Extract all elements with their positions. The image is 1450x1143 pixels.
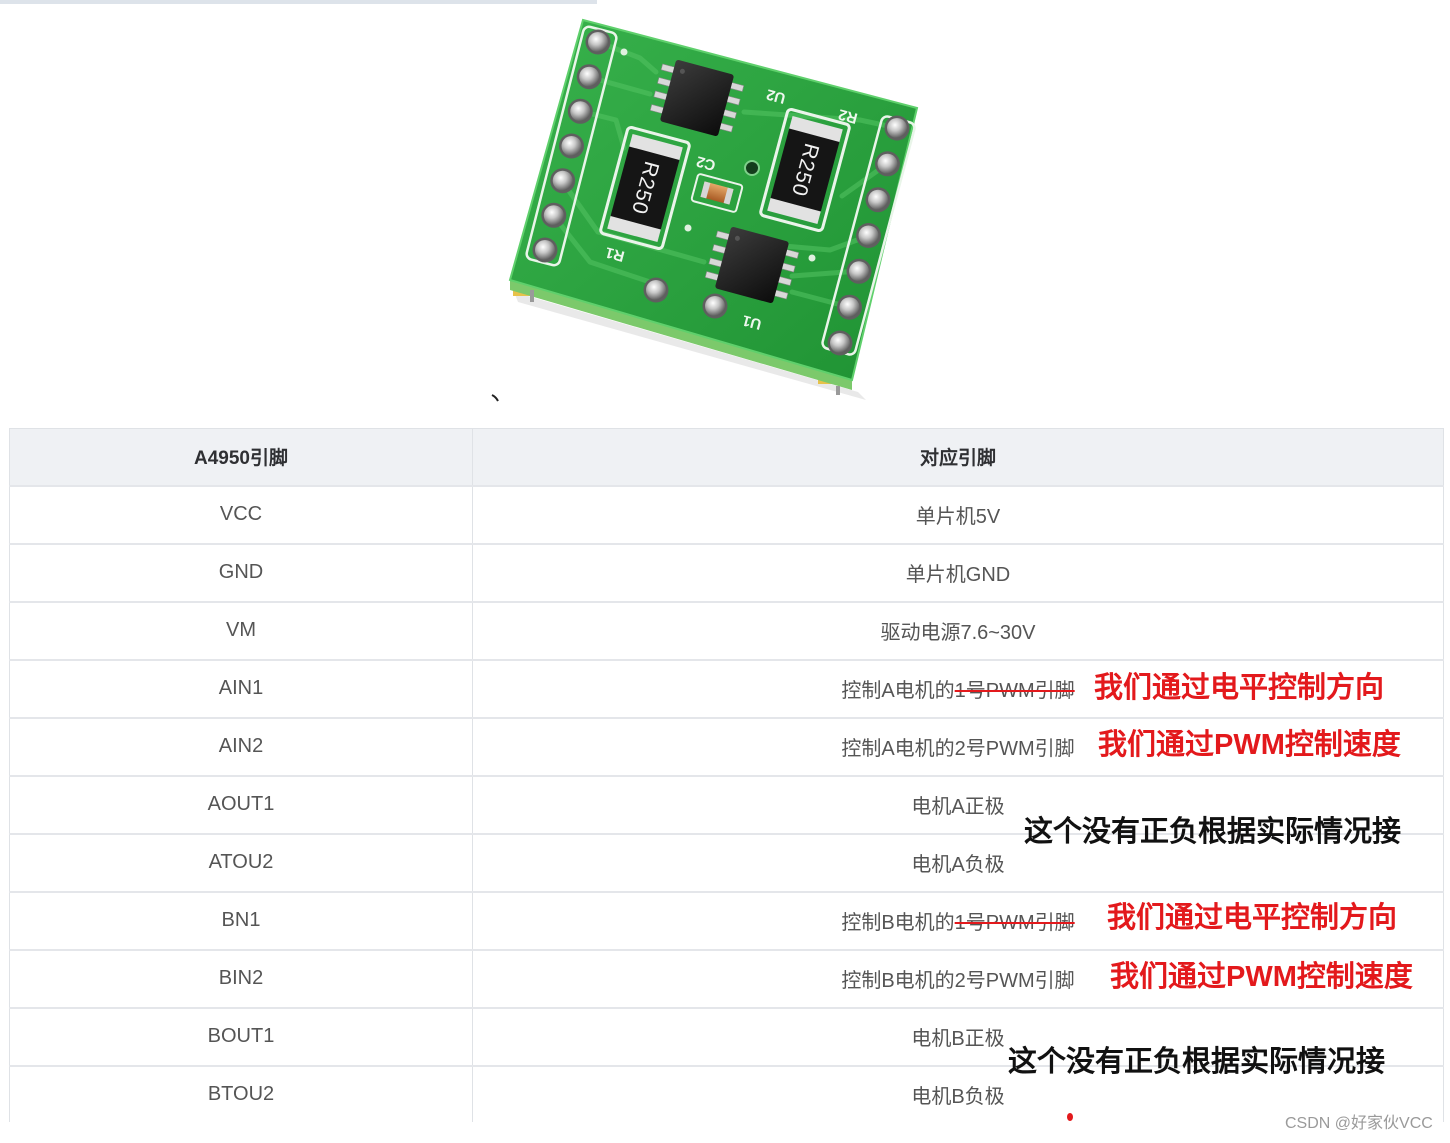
pin-name-cell: BN1 bbox=[9, 890, 473, 950]
header-pin bbox=[567, 98, 593, 124]
header-pin bbox=[856, 223, 881, 248]
header-pin bbox=[541, 202, 567, 228]
header-pin bbox=[884, 115, 910, 141]
pin-name-cell: BOUT1 bbox=[9, 1006, 473, 1066]
annotation-bn1-direction: 我们通过电平控制方向 bbox=[1107, 902, 1398, 934]
pin-name-cell: BIN2 bbox=[9, 948, 473, 1008]
pin-name-cell: AOUT1 bbox=[9, 774, 473, 834]
annotation-ain2-speed: 我们通过PWM控制速度 bbox=[1098, 729, 1401, 761]
pin-name-cell: AIN1 bbox=[9, 658, 473, 718]
header-pin bbox=[702, 293, 728, 319]
table-row: VCC 单片机5V bbox=[9, 484, 1444, 544]
csdn-watermark: CSDN @好家伙VCC bbox=[1285, 1115, 1433, 1132]
stray-mark bbox=[491, 394, 499, 402]
header-pin bbox=[865, 187, 891, 213]
red-ink-dot bbox=[1067, 1113, 1073, 1121]
pin-name-cell: VM bbox=[9, 600, 473, 660]
pin-mapping-cell: 驱动电源7.6~30V bbox=[472, 600, 1444, 660]
annotation-ain1-direction: 我们通过电平控制方向 bbox=[1094, 672, 1385, 704]
header-pin bbox=[550, 168, 576, 194]
table-header-row: A4950引脚 对应引脚 bbox=[9, 428, 1444, 486]
header-pin bbox=[827, 330, 853, 356]
pin-mapping-cell: 单片机GND bbox=[472, 542, 1444, 602]
header-pin bbox=[559, 133, 584, 159]
pin-mapping-cell: 单片机5V bbox=[472, 484, 1444, 544]
header-pin bbox=[875, 151, 900, 177]
annotation-motor-b-polarity: 这个没有正负根据实际情况接 bbox=[1008, 1046, 1386, 1078]
via bbox=[808, 254, 816, 262]
header-pin bbox=[585, 29, 611, 55]
via bbox=[620, 48, 628, 56]
struck-mapping-text: 1号PWM引脚 bbox=[954, 680, 1075, 702]
a4950-module-photo: R250 R250 U2 R2 C2 R1 U1 bbox=[491, 18, 919, 402]
header-pin bbox=[837, 294, 862, 320]
header-pin bbox=[643, 277, 669, 303]
via bbox=[684, 224, 692, 232]
pin-name-cell: AIN2 bbox=[9, 716, 473, 776]
annotation-motor-a-polarity: 这个没有正负根据实际情况接 bbox=[1024, 816, 1402, 848]
header-mapped-pin: 对应引脚 bbox=[472, 428, 1444, 486]
pin-name-cell: BTOU2 bbox=[9, 1064, 473, 1122]
annotation-bin2-speed: 我们通过PWM控制速度 bbox=[1110, 961, 1413, 993]
board-hole bbox=[744, 160, 760, 176]
pin-leg bbox=[530, 290, 534, 302]
pin-name-cell: ATOU2 bbox=[9, 832, 473, 892]
pin-name-cell: GND bbox=[9, 542, 473, 602]
pin-leg bbox=[836, 386, 840, 395]
pin-mapping-table: A4950引脚 对应引脚 VCC 单片机5V GND 单片机GND VM 驱动电… bbox=[9, 428, 1444, 1122]
mapping-text: 控制A电机的 bbox=[841, 680, 955, 702]
table-row: GND 单片机GND bbox=[9, 542, 1444, 602]
mapping-text: 控制B电机的 bbox=[841, 912, 955, 934]
header-pin bbox=[846, 258, 872, 284]
header-pin bbox=[576, 64, 602, 90]
struck-mapping-text: 1号PWM引脚 bbox=[954, 912, 1075, 934]
header-pin bbox=[532, 237, 558, 263]
header-a4950-pin: A4950引脚 bbox=[9, 428, 473, 486]
table-row: VM 驱动电源7.6~30V bbox=[9, 600, 1444, 660]
pin-name-cell: VCC bbox=[9, 484, 473, 544]
